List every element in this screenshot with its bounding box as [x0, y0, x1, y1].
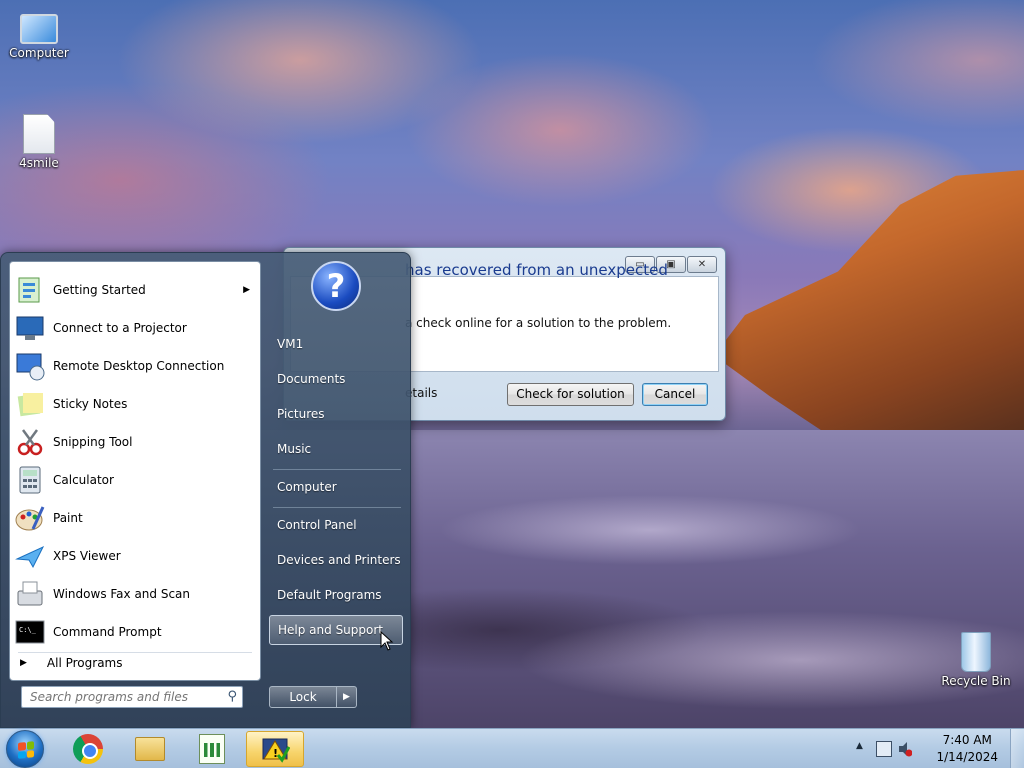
program-label: Sticky Notes: [53, 397, 128, 411]
volume-muted-icon[interactable]: [898, 741, 912, 757]
help-icon: ?: [311, 261, 361, 311]
program-label: Paint: [53, 511, 83, 525]
search-icon: ⚲: [227, 689, 237, 704]
start-button[interactable]: [6, 730, 44, 768]
program-label: XPS Viewer: [53, 549, 121, 563]
submenu-arrow-icon: ▶: [243, 285, 250, 295]
start-link-control-panel[interactable]: Control Panel: [269, 510, 403, 540]
getting-started-icon: [14, 274, 46, 306]
shutdown-options-arrow[interactable]: ▶: [337, 686, 357, 708]
program-command-prompt[interactable]: C:\_ Command Prompt: [14, 614, 258, 650]
start-menu-programs-pane: Getting Started ▶ Connect to a Projector…: [9, 261, 261, 681]
search-input[interactable]: [22, 687, 212, 707]
program-label: Getting Started: [53, 283, 146, 297]
all-programs-label: All Programs: [46, 656, 123, 670]
recycle-bin-icon: [961, 632, 991, 672]
remote-desktop-icon: [14, 350, 46, 382]
taskbar: ! ▲ 7:40 AM 1/14/2024: [0, 728, 1024, 768]
all-programs-button[interactable]: ▶ All Programs: [20, 656, 123, 670]
start-link-documents[interactable]: Documents: [269, 364, 403, 394]
start-link-pictures[interactable]: Pictures: [269, 399, 403, 429]
taskbar-chart-app[interactable]: [184, 731, 240, 767]
desktop-icon-label: Recycle Bin: [941, 674, 1011, 688]
all-programs-arrow-icon: ▶: [20, 658, 27, 668]
start-link-music[interactable]: Music: [269, 434, 403, 464]
windows-logo-icon: [18, 741, 34, 759]
dialog-heading: has recovered from an unexpected: [405, 261, 668, 279]
sticky-notes-icon: [14, 388, 46, 420]
mouse-cursor-icon: [380, 631, 394, 651]
system-tray: ▲ 7:40 AM 1/14/2024: [854, 729, 1024, 768]
program-sticky-notes[interactable]: Sticky Notes: [14, 386, 258, 422]
start-link-devices-and-printers[interactable]: Devices and Printers: [269, 545, 403, 575]
calculator-icon: [14, 464, 46, 496]
program-snipping-tool[interactable]: Snipping Tool: [14, 424, 258, 460]
program-label: Remote Desktop Connection: [53, 359, 225, 373]
close-button[interactable]: ✕: [687, 256, 717, 273]
wallpaper-cliff: [714, 170, 1024, 460]
svg-text:!: !: [273, 747, 278, 760]
network-icon[interactable]: [876, 741, 892, 757]
paint-icon: [14, 502, 46, 534]
check-for-solution-button[interactable]: Check for solution: [507, 383, 634, 406]
start-link-default-programs[interactable]: Default Programs: [269, 580, 403, 610]
show-desktop-button[interactable]: [1010, 729, 1024, 768]
taskbar-action-center-warning[interactable]: !: [246, 731, 304, 767]
start-link-vm1[interactable]: VM1: [269, 329, 403, 359]
snipping-tool-icon: [14, 426, 46, 458]
projector-icon: [14, 312, 46, 344]
program-label: Calculator: [53, 473, 114, 487]
start-menu-places-pane: ? VM1 Documents Pictures Music Computer …: [263, 253, 411, 729]
places-separator: [273, 507, 401, 508]
programs-separator: [18, 652, 252, 653]
action-center-warning-icon: !: [262, 738, 290, 763]
clock-time: 7:40 AM: [942, 733, 992, 747]
clock-date: 1/14/2024: [936, 750, 998, 764]
file-explorer-icon: [135, 737, 165, 761]
xps-viewer-icon: [14, 540, 46, 572]
lock-button[interactable]: Lock: [269, 686, 337, 708]
chrome-icon: [73, 734, 103, 764]
desktop-icon-label: Computer: [9, 46, 69, 60]
clock[interactable]: 7:40 AM 1/14/2024: [936, 732, 998, 766]
taskbar-file-explorer[interactable]: [122, 731, 178, 767]
program-connect-to-projector[interactable]: Connect to a Projector: [14, 310, 258, 346]
show-hidden-icons-icon[interactable]: ▲: [856, 741, 863, 751]
program-label: Connect to a Projector: [53, 321, 187, 335]
start-menu: Getting Started ▶ Connect to a Projector…: [0, 252, 411, 728]
dialog-body-text: a check online for a solution to the pro…: [405, 316, 672, 330]
program-windows-fax-and-scan[interactable]: Windows Fax and Scan: [14, 576, 258, 612]
taskbar-chrome[interactable]: [60, 731, 116, 767]
chart-app-icon: [199, 734, 225, 764]
text-document-icon: [23, 114, 55, 154]
fax-scan-icon: [14, 578, 46, 610]
program-label: Windows Fax and Scan: [53, 587, 191, 601]
program-xps-viewer[interactable]: XPS Viewer: [14, 538, 258, 574]
desktop-icon-4smile[interactable]: 4smile: [2, 114, 76, 170]
program-remote-desktop-connection[interactable]: Remote Desktop Connection: [14, 348, 258, 384]
program-paint[interactable]: Paint: [14, 500, 258, 536]
program-label: Snipping Tool: [53, 435, 133, 449]
svg-text:C:\_: C:\_: [19, 626, 37, 634]
program-calculator[interactable]: Calculator: [14, 462, 258, 498]
start-link-computer[interactable]: Computer: [269, 472, 403, 502]
command-prompt-icon: C:\_: [14, 616, 46, 648]
program-getting-started[interactable]: Getting Started ▶: [14, 272, 258, 308]
desktop-icon-computer[interactable]: Computer: [2, 8, 76, 60]
desktop-icon-label: 4smile: [19, 156, 59, 170]
program-label: Command Prompt: [53, 625, 162, 639]
computer-icon: [20, 14, 58, 44]
desktop-icon-recycle-bin[interactable]: Recycle Bin: [938, 632, 1014, 688]
cancel-button[interactable]: Cancel: [642, 383, 708, 406]
start-search-box[interactable]: ⚲: [21, 686, 243, 708]
places-separator: [273, 469, 401, 470]
